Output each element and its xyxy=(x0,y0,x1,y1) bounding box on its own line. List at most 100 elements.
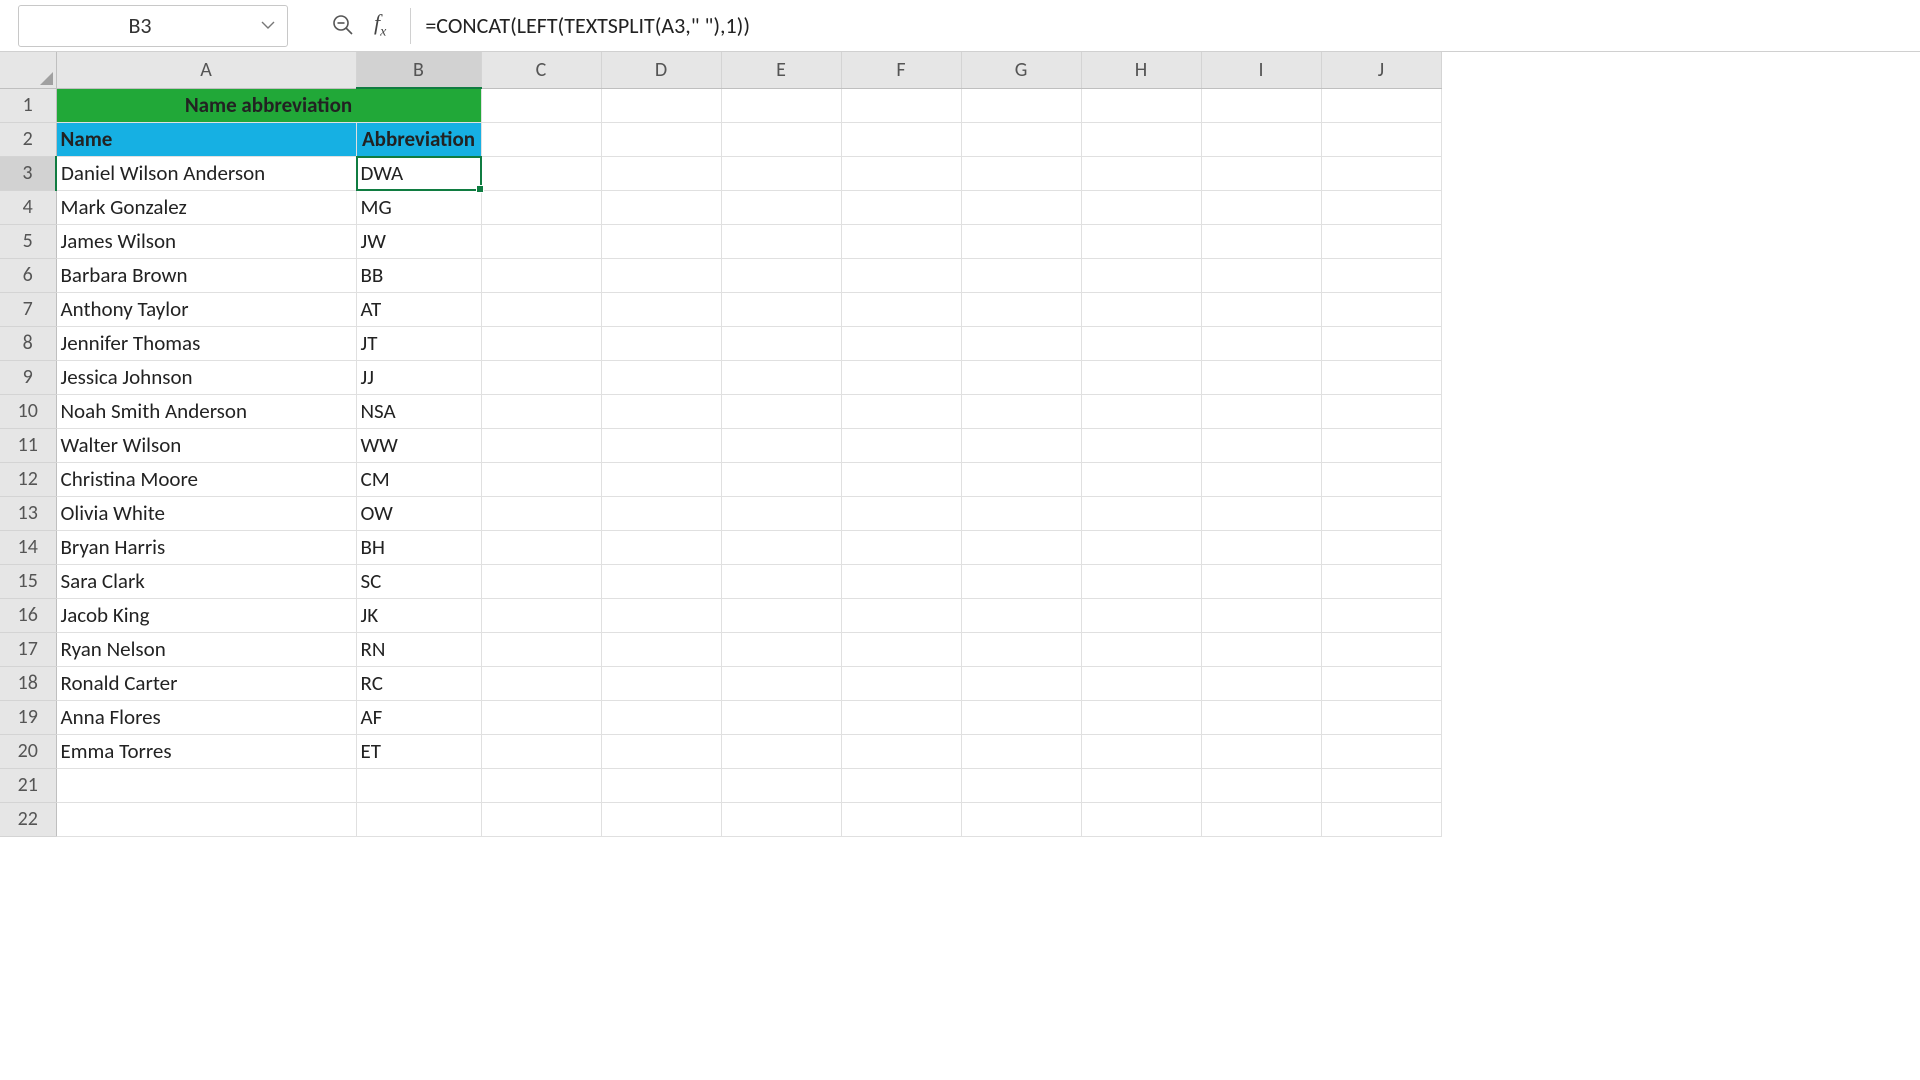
cell-J8[interactable] xyxy=(1321,326,1441,360)
cell-D5[interactable] xyxy=(601,224,721,258)
row-header-4[interactable]: 4 xyxy=(0,190,56,224)
cell-C20[interactable] xyxy=(481,734,601,768)
cell-J16[interactable] xyxy=(1321,598,1441,632)
title-cell[interactable]: Name abbreviation xyxy=(56,88,481,122)
cell-I5[interactable] xyxy=(1201,224,1321,258)
row-header-8[interactable]: 8 xyxy=(0,326,56,360)
cell-J15[interactable] xyxy=(1321,564,1441,598)
cell-F16[interactable] xyxy=(841,598,961,632)
cell-G10[interactable] xyxy=(961,394,1081,428)
cell-F20[interactable] xyxy=(841,734,961,768)
cell-E19[interactable] xyxy=(721,700,841,734)
cell-A22[interactable] xyxy=(56,802,356,836)
cell-B13[interactable]: OW xyxy=(356,496,481,530)
row-header-17[interactable]: 17 xyxy=(0,632,56,666)
cell-I21[interactable] xyxy=(1201,768,1321,802)
cell-D10[interactable] xyxy=(601,394,721,428)
cell-B7[interactable]: AT xyxy=(356,292,481,326)
cell-A16[interactable]: Jacob King xyxy=(56,598,356,632)
cell-C2[interactable] xyxy=(481,122,601,156)
cell-D12[interactable] xyxy=(601,462,721,496)
row-header-5[interactable]: 5 xyxy=(0,224,56,258)
cell-G13[interactable] xyxy=(961,496,1081,530)
cell-A8[interactable]: Jennifer Thomas xyxy=(56,326,356,360)
cell-F14[interactable] xyxy=(841,530,961,564)
cell-H9[interactable] xyxy=(1081,360,1201,394)
name-box[interactable]: B3 xyxy=(18,5,288,47)
cell-G19[interactable] xyxy=(961,700,1081,734)
cell-E18[interactable] xyxy=(721,666,841,700)
cell-D3[interactable] xyxy=(601,156,721,190)
cell-E4[interactable] xyxy=(721,190,841,224)
cell-F13[interactable] xyxy=(841,496,961,530)
formula-input[interactable] xyxy=(415,5,1920,47)
cell-J19[interactable] xyxy=(1321,700,1441,734)
cell-E7[interactable] xyxy=(721,292,841,326)
cell-G12[interactable] xyxy=(961,462,1081,496)
cell-D9[interactable] xyxy=(601,360,721,394)
cell-E1[interactable] xyxy=(721,88,841,122)
cell-C14[interactable] xyxy=(481,530,601,564)
cell-C6[interactable] xyxy=(481,258,601,292)
cell-H14[interactable] xyxy=(1081,530,1201,564)
cell-G1[interactable] xyxy=(961,88,1081,122)
cell-G5[interactable] xyxy=(961,224,1081,258)
cell-J17[interactable] xyxy=(1321,632,1441,666)
cell-C5[interactable] xyxy=(481,224,601,258)
cell-I18[interactable] xyxy=(1201,666,1321,700)
row-header-7[interactable]: 7 xyxy=(0,292,56,326)
row-header-11[interactable]: 11 xyxy=(0,428,56,462)
cell-G3[interactable] xyxy=(961,156,1081,190)
cell-I22[interactable] xyxy=(1201,802,1321,836)
cell-A10[interactable]: Noah Smith Anderson xyxy=(56,394,356,428)
cell-F17[interactable] xyxy=(841,632,961,666)
cell-F4[interactable] xyxy=(841,190,961,224)
cell-D17[interactable] xyxy=(601,632,721,666)
cell-G15[interactable] xyxy=(961,564,1081,598)
row-header-19[interactable]: 19 xyxy=(0,700,56,734)
chevron-down-icon[interactable] xyxy=(261,17,275,34)
cell-I19[interactable] xyxy=(1201,700,1321,734)
cell-D16[interactable] xyxy=(601,598,721,632)
cell-E6[interactable] xyxy=(721,258,841,292)
col-header-D[interactable]: D xyxy=(601,52,721,88)
cell-G2[interactable] xyxy=(961,122,1081,156)
cell-A7[interactable]: Anthony Taylor xyxy=(56,292,356,326)
cell-J11[interactable] xyxy=(1321,428,1441,462)
cell-I8[interactable] xyxy=(1201,326,1321,360)
cell-D11[interactable] xyxy=(601,428,721,462)
cell-F7[interactable] xyxy=(841,292,961,326)
cell-F8[interactable] xyxy=(841,326,961,360)
cell-H12[interactable] xyxy=(1081,462,1201,496)
cell-H3[interactable] xyxy=(1081,156,1201,190)
cell-F3[interactable] xyxy=(841,156,961,190)
zoom-out-icon[interactable] xyxy=(332,14,354,36)
cell-D13[interactable] xyxy=(601,496,721,530)
cell-C21[interactable] xyxy=(481,768,601,802)
fx-icon[interactable]: fx xyxy=(374,10,386,40)
cell-G7[interactable] xyxy=(961,292,1081,326)
cell-A5[interactable]: James Wilson xyxy=(56,224,356,258)
cell-H20[interactable] xyxy=(1081,734,1201,768)
row-header-22[interactable]: 22 xyxy=(0,802,56,836)
cell-E11[interactable] xyxy=(721,428,841,462)
cell-D20[interactable] xyxy=(601,734,721,768)
row-header-10[interactable]: 10 xyxy=(0,394,56,428)
cell-B4[interactable]: MG xyxy=(356,190,481,224)
cell-F11[interactable] xyxy=(841,428,961,462)
cell-F19[interactable] xyxy=(841,700,961,734)
cell-E20[interactable] xyxy=(721,734,841,768)
cell-E9[interactable] xyxy=(721,360,841,394)
cell-H1[interactable] xyxy=(1081,88,1201,122)
cell-H16[interactable] xyxy=(1081,598,1201,632)
cell-H6[interactable] xyxy=(1081,258,1201,292)
cell-F10[interactable] xyxy=(841,394,961,428)
cell-A11[interactable]: Walter Wilson xyxy=(56,428,356,462)
cell-G6[interactable] xyxy=(961,258,1081,292)
row-header-18[interactable]: 18 xyxy=(0,666,56,700)
cell-D18[interactable] xyxy=(601,666,721,700)
cell-A20[interactable]: Emma Torres xyxy=(56,734,356,768)
cell-G11[interactable] xyxy=(961,428,1081,462)
cell-B18[interactable]: RC xyxy=(356,666,481,700)
cell-A3[interactable]: Daniel Wilson Anderson xyxy=(56,156,356,190)
